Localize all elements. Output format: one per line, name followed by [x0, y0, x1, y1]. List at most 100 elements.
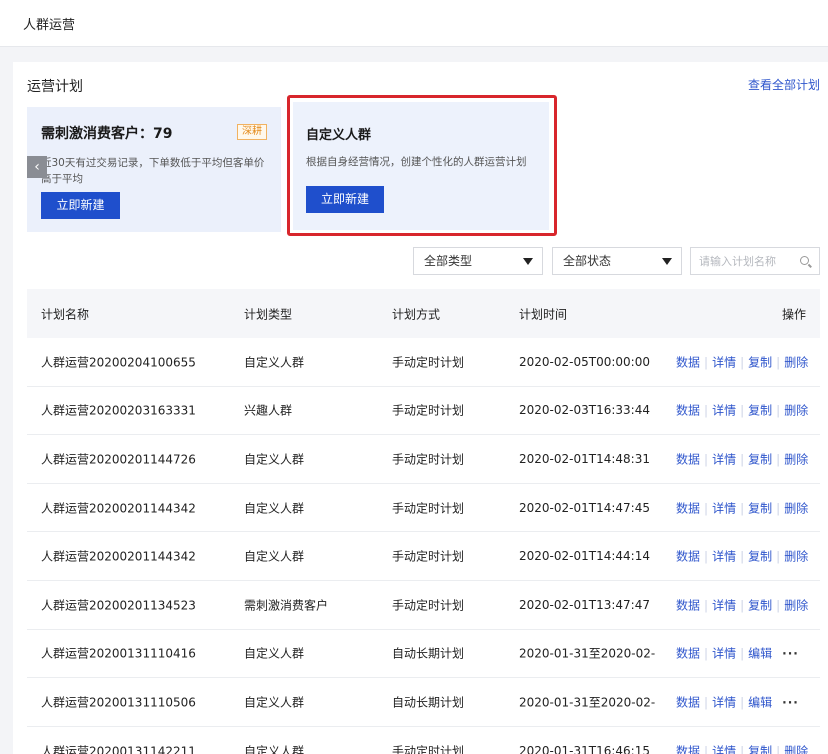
row-action-link[interactable]: 详情 [712, 598, 736, 612]
plan-name-cell: 人群运营20200204100655 [41, 355, 196, 370]
plan-time-cell: 2020-02-03T16:33:44 [519, 403, 650, 418]
row-action-link[interactable]: 编辑 [748, 647, 772, 661]
plan-mode-cell: 手动定时计划 [392, 403, 465, 418]
plan-card-stimulate: 需刺激消费客户：79 深耕 近30天有过交易记录，下单数低于平均但客单价高于平均… [27, 107, 281, 232]
action-separator: | [704, 403, 709, 418]
search-box [690, 247, 820, 275]
action-separator: | [704, 744, 709, 754]
plan-time-cell: 2020-02-01T14:48:31 [519, 451, 650, 466]
plan-name-cell: 人群运营20200201144726 [41, 452, 196, 467]
row-action-link[interactable]: 详情 [712, 695, 736, 709]
row-action-link[interactable]: 数据 [676, 355, 700, 369]
table-row: 人群运营20200201144342 自定义人群 手动定时计划 2020-02-01T… [27, 484, 820, 533]
row-action-link[interactable]: 删除 [784, 550, 808, 564]
view-all-plans-link[interactable]: 查看全部计划 [748, 76, 820, 93]
select-value: 全部类型 [424, 254, 473, 268]
row-action-link[interactable]: 复制 [748, 550, 772, 564]
plan-mode-cell: 自动长期计划 [392, 695, 465, 710]
column-header: 计划名称 [41, 307, 90, 321]
table-body: 人群运营20200204100655 自定义人群 手动定时计划 2020-02-05T… [27, 338, 820, 754]
table-row: 人群运营20200131110506 自定义人群 自动长期计划 2020-01-31至… [27, 678, 820, 727]
plan-mode-cell: 手动定时计划 [392, 501, 465, 516]
plan-mode-cell: 手动定时计划 [392, 598, 465, 613]
plan-mode-cell: 手动定时计划 [392, 744, 465, 754]
row-action-link[interactable]: 数据 [676, 404, 700, 418]
row-action-link[interactable]: 删除 [784, 598, 808, 612]
action-separator: | [740, 501, 745, 516]
operation-plan-panel: 运营计划 查看全部计划 需刺激消费客户：79 深耕 近30天有过交易记录，下单数… [13, 62, 828, 754]
caret-down-icon [662, 258, 672, 265]
row-action-link[interactable]: 详情 [712, 355, 736, 369]
column-header: 计划时间 [519, 307, 568, 321]
action-separator: | [740, 744, 745, 754]
plan-name-cell: 人群运营20200201144342 [41, 549, 196, 564]
action-separator: | [776, 355, 781, 370]
plan-type-cell: 自定义人群 [244, 695, 305, 710]
action-separator: | [740, 403, 745, 418]
column-header: 操作 [781, 307, 806, 321]
row-action-link[interactable]: 复制 [748, 404, 772, 418]
status-badge: 深耕 [237, 124, 267, 140]
select-value: 全部状态 [563, 254, 612, 268]
action-separator: | [740, 695, 745, 710]
row-action-link[interactable]: 详情 [712, 501, 736, 515]
row-action-link[interactable]: 详情 [712, 744, 736, 754]
table-row: 人群运营20200201144342 自定义人群 手动定时计划 2020-02-01T… [27, 532, 820, 581]
row-action-link[interactable]: 数据 [676, 744, 700, 754]
top-bar: 人群运营 [0, 0, 828, 47]
row-action-link[interactable]: 数据 [676, 695, 700, 709]
plan-mode-cell: 手动定时计划 [392, 452, 465, 467]
plan-type-cell: 自定义人群 [244, 452, 305, 467]
row-action-link[interactable]: 复制 [748, 355, 772, 369]
table-row: 人群运营20200204100655 自定义人群 手动定时计划 2020-02-05T… [27, 338, 820, 387]
row-action-link[interactable]: 数据 [676, 647, 700, 661]
row-action-link[interactable]: 详情 [712, 404, 736, 418]
row-action-link[interactable]: 复制 [748, 744, 772, 754]
create-now-button[interactable]: 立即新建 [41, 192, 120, 219]
table-row: 人群运营20200131142211 自定义人群 手动定时计划 2020-01-31T… [27, 727, 820, 754]
row-action-link[interactable]: 复制 [748, 452, 772, 466]
search-icon[interactable] [800, 256, 809, 265]
more-options-icon[interactable]: ··· [782, 695, 799, 709]
type-filter-select[interactable]: 全部类型 [413, 247, 543, 275]
row-action-link[interactable]: 删除 [784, 404, 808, 418]
table-row: 人群运营20200131110416 自定义人群 自动长期计划 2020-01-31至… [27, 630, 820, 679]
row-action-link[interactable]: 删除 [784, 452, 808, 466]
plan-type-cell: 兴趣人群 [244, 403, 293, 418]
action-separator: | [704, 355, 709, 370]
row-actions: 数据 | 详情 | 复制 | 删除 [676, 596, 808, 613]
plan-time-cell: 2020-02-01T13:47:47 [519, 597, 650, 612]
row-action-link[interactable]: 删除 [784, 501, 808, 515]
plan-name-cell: 人群运营20200201144342 [41, 501, 196, 516]
table-row: 人群运营20200201134523 需刺激消费客户 手动定时计划 2020-02-0… [27, 581, 820, 630]
plan-mode-cell: 手动定时计划 [392, 355, 465, 370]
table-row: 人群运营20200201144726 自定义人群 手动定时计划 2020-02-01T… [27, 435, 820, 484]
row-action-link[interactable]: 复制 [748, 501, 772, 515]
row-actions: 数据 | 详情 | 复制 | 删除 [676, 499, 808, 516]
row-action-link[interactable]: 复制 [748, 598, 772, 612]
row-action-link[interactable]: 详情 [712, 452, 736, 466]
chevron-left-icon[interactable]: ‹ [27, 156, 47, 178]
highlight-box [287, 95, 557, 236]
row-action-link[interactable]: 编辑 [748, 695, 772, 709]
plan-type-cell: 需刺激消费客户 [244, 598, 329, 613]
card-title: 需刺激消费客户：79 [41, 126, 173, 142]
row-action-link[interactable]: 数据 [676, 501, 700, 515]
row-action-link[interactable]: 详情 [712, 550, 736, 564]
action-separator: | [740, 646, 745, 661]
row-action-link[interactable]: 数据 [676, 550, 700, 564]
status-filter-select[interactable]: 全部状态 [552, 247, 682, 275]
row-actions: 数据 | 详情 | 复制 | 删除 [676, 742, 808, 754]
search-input[interactable] [691, 248, 791, 274]
plan-time-cell: 2020-01-31至2020-02- [519, 695, 656, 710]
plan-name-cell: 人群运营20200131110416 [41, 646, 196, 661]
card-count: 79 [153, 126, 173, 142]
row-action-link[interactable]: 数据 [676, 598, 700, 612]
row-action-link[interactable]: 删除 [784, 744, 808, 754]
row-action-link[interactable]: 详情 [712, 647, 736, 661]
row-action-link[interactable]: 删除 [784, 355, 808, 369]
action-separator: | [776, 403, 781, 418]
row-action-link[interactable]: 数据 [676, 452, 700, 466]
more-options-icon[interactable]: ··· [782, 647, 799, 661]
action-separator: | [740, 598, 745, 613]
